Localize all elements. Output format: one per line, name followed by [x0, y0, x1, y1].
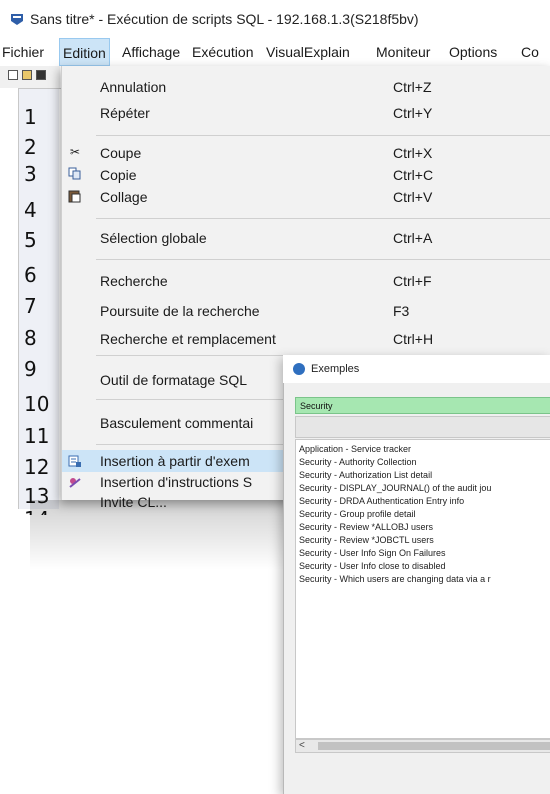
examples-search-input[interactable] [295, 397, 550, 414]
menu-item-label: Recherche [100, 273, 168, 289]
menu-separator [96, 259, 550, 260]
menu-item-shortcut: Ctrl+Z [393, 79, 432, 95]
list-item[interactable]: Security - Review *JOBCTL users [299, 535, 434, 545]
menu-item-label: Coupe [100, 145, 142, 161]
line-number: 11 [24, 424, 50, 448]
menu-item-shortcut: Ctrl+Y [393, 105, 433, 121]
menu-item-label: Recherche et remplacement [100, 331, 276, 347]
line-number: 2 [24, 135, 37, 159]
menu-item-shortcut: Ctrl+C [393, 167, 434, 183]
line-number: 7 [24, 294, 37, 318]
insert-examples-icon [68, 454, 82, 468]
menu-item-label: Insertion d'instructions S [100, 474, 253, 490]
line-number: 6 [24, 263, 37, 287]
menu-item-shortcut: Ctrl+V [393, 189, 433, 205]
list-item[interactable]: Security - Group profile detail [299, 509, 416, 519]
dialog-title: Exemples [311, 363, 360, 375]
list-header [295, 416, 550, 438]
list-item[interactable]: Application - Service tracker [299, 444, 411, 454]
line-number: 8 [24, 326, 37, 350]
menu-item-recherche[interactable]: Recherche Ctrl+F [62, 269, 550, 293]
line-number: 9 [24, 357, 37, 381]
paste-icon [68, 189, 82, 203]
list-item[interactable]: Security - Review *ALLOBJ users [299, 522, 433, 532]
list-item[interactable]: Security - Authorization List detail [299, 470, 432, 480]
copy-icon [68, 167, 82, 181]
menu-bar: Fichier Edition Affichage Exécution Visu… [0, 38, 550, 66]
list-item[interactable]: Security - Authority Collection [299, 457, 417, 467]
line-number: 5 [24, 228, 37, 252]
menu-item-collage[interactable]: Collage Ctrl+V [62, 185, 550, 209]
line-number: 4 [24, 198, 37, 222]
list-item[interactable]: Security - User Info Sign On Failures [299, 548, 446, 558]
list-item[interactable]: Security - DISPLAY_JOURNAL() of the audi… [299, 483, 491, 493]
menu-item-label: Copie [100, 167, 137, 183]
menu-item-label: Collage [100, 189, 148, 205]
list-item[interactable]: Security - User Info close to disabled [299, 561, 446, 571]
menu-item-selection-globale[interactable]: Sélection globale Ctrl+A [62, 226, 550, 250]
line-number: 12 [24, 455, 50, 479]
menu-separator [96, 218, 550, 219]
scroll-left-arrow[interactable]: < [299, 740, 305, 751]
list-item[interactable]: Security - DRDA Authentication Entry inf… [299, 496, 464, 506]
menu-item-recherche-remplacement[interactable]: Recherche et remplacement Ctrl+H [62, 327, 550, 351]
menu-item-label: Outil de formatage SQL [100, 372, 248, 388]
insert-statements-icon [68, 476, 82, 490]
menu-separator [96, 135, 550, 136]
scissors-icon: ✂ [69, 145, 81, 159]
scroll-thumb[interactable] [318, 742, 550, 750]
menu-co[interactable]: Co [521, 44, 539, 60]
menu-item-annulation[interactable]: Annulation Ctrl+Z [62, 75, 550, 99]
new-icon[interactable] [8, 70, 18, 80]
menu-item-copie[interactable]: Copie Ctrl+C [62, 163, 550, 187]
menu-affichage[interactable]: Affichage [122, 44, 180, 60]
toolbar [0, 66, 60, 88]
window-title: Sans titre* - Exécution de scripts SQL -… [30, 11, 419, 27]
list-item[interactable]: Security - Which users are changing data… [299, 574, 491, 584]
menu-item-label: Basculement commentai [100, 415, 254, 431]
menu-moniteur[interactable]: Moniteur [376, 44, 430, 60]
open-icon[interactable] [22, 70, 32, 80]
menu-item-poursuite-recherche[interactable]: Poursuite de la recherche F3 [62, 299, 550, 323]
menu-item-label: Sélection globale [100, 230, 207, 246]
line-number: 10 [24, 392, 50, 416]
menu-item-label: Annulation [100, 79, 167, 95]
save-icon[interactable] [36, 70, 46, 80]
menu-fichier[interactable]: Fichier [2, 44, 44, 60]
menu-item-shortcut: Ctrl+H [393, 331, 434, 347]
menu-item-label: Invite CL... [100, 494, 167, 510]
menu-item-label: Insertion à partir d'exem [100, 453, 250, 469]
menu-item-shortcut: Ctrl+X [393, 145, 433, 161]
line-number: 3 [24, 162, 37, 186]
menu-visualexplain[interactable]: VisualExplain [266, 44, 350, 60]
menu-item-repeter[interactable]: Répéter Ctrl+Y [62, 101, 550, 125]
line-number: 1 [24, 105, 37, 129]
dialog-app-icon [293, 363, 305, 375]
menu-execution[interactable]: Exécution [192, 44, 253, 60]
menu-item-shortcut: Ctrl+F [393, 273, 432, 289]
menu-item-label: Poursuite de la recherche [100, 303, 260, 319]
menu-item-coupe[interactable]: ✂ Coupe Ctrl+X [62, 141, 550, 165]
menu-options[interactable]: Options [449, 44, 497, 60]
examples-list[interactable]: Application - Service tracker Security -… [295, 439, 550, 739]
menu-item-shortcut: F3 [393, 303, 410, 319]
app-icon [11, 14, 23, 25]
menu-item-shortcut: Ctrl+A [393, 230, 433, 246]
menu-item-label: Répéter [100, 105, 150, 121]
menu-edition[interactable]: Edition [59, 38, 110, 66]
